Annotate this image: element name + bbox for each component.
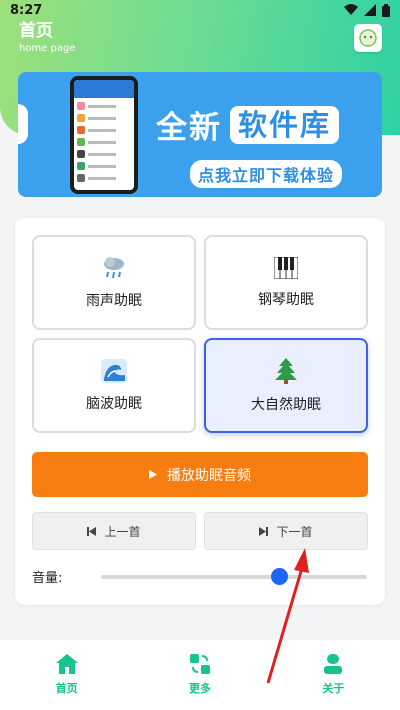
nav-label: 首页 <box>55 682 78 695</box>
nav-item-home[interactable]: 首页 <box>0 640 133 710</box>
mode-rain[interactable]: 雨声助眠 <box>32 235 196 330</box>
page-subtitle: home page <box>19 43 76 54</box>
status-bar: 8:27 <box>0 0 400 20</box>
skip-previous-icon <box>87 526 97 536</box>
nav-label: 关于 <box>322 682 345 695</box>
tree-icon <box>275 357 297 384</box>
mode-label: 大自然助眠 <box>251 396 321 413</box>
nav-item-more[interactable]: 更多 <box>133 640 266 710</box>
banner-cta[interactable]: 点我立即下载体验 <box>190 160 343 188</box>
phone-mockup <box>70 76 138 194</box>
wave-icon <box>101 358 127 383</box>
app-logo-button[interactable] <box>354 24 382 52</box>
banner-headline: 全新 软件库 <box>156 102 340 147</box>
mode-label: 脑波助眠 <box>86 395 142 412</box>
mode-grid: 雨声助眠 钢琴助眠 脑波助眠 大自然助眠 <box>32 235 368 433</box>
piano-icon <box>274 256 298 279</box>
volume-slider[interactable] <box>101 568 367 585</box>
promo-banner[interactable]: 全新 软件库 点我立即下载体验 <box>18 72 382 197</box>
logo-icon <box>359 29 377 47</box>
nav-label: 更多 <box>188 682 211 695</box>
more-icon <box>189 654 210 674</box>
banner-word: 全新 <box>156 110 222 146</box>
battery-icon <box>382 3 390 17</box>
play-label: 播放助眠音频 <box>167 467 251 484</box>
mode-nature[interactable]: 大自然助眠 <box>204 338 368 433</box>
previous-track-button[interactable]: 上一首 <box>32 512 196 550</box>
signal-icon <box>364 4 376 16</box>
next-label: 下一首 <box>276 524 313 539</box>
play-icon <box>149 470 157 479</box>
next-track-button[interactable]: 下一首 <box>204 512 368 550</box>
previous-label: 上一首 <box>104 524 141 539</box>
bottom-nav: 首页 更多 关于 <box>0 640 400 710</box>
mode-label: 雨声助眠 <box>86 292 142 309</box>
title-block: 首页 home page <box>19 20 76 55</box>
status-time: 8:27 <box>10 2 43 18</box>
page-title: 首页 <box>19 21 53 41</box>
home-icon <box>55 654 78 674</box>
sleep-card: 雨声助眠 钢琴助眠 脑波助眠 大自然助眠 播放助眠音频 上一首 下一首 音量: <box>15 218 385 605</box>
mode-label: 钢琴助眠 <box>258 291 314 308</box>
banner-highlight: 软件库 <box>230 105 340 144</box>
volume-label: 音量: <box>32 571 63 586</box>
wifi-icon <box>344 4 358 15</box>
mode-brainwave[interactable]: 脑波助眠 <box>32 338 196 433</box>
rain-cloud-icon <box>104 256 124 278</box>
user-icon <box>324 654 343 674</box>
mode-piano[interactable]: 钢琴助眠 <box>204 235 368 330</box>
skip-next-icon <box>259 526 269 536</box>
play-audio-button[interactable]: 播放助眠音频 <box>32 452 368 497</box>
nav-item-about[interactable]: 关于 <box>267 640 400 710</box>
status-icons <box>344 3 390 17</box>
volume-slider-thumb[interactable] <box>271 568 289 585</box>
